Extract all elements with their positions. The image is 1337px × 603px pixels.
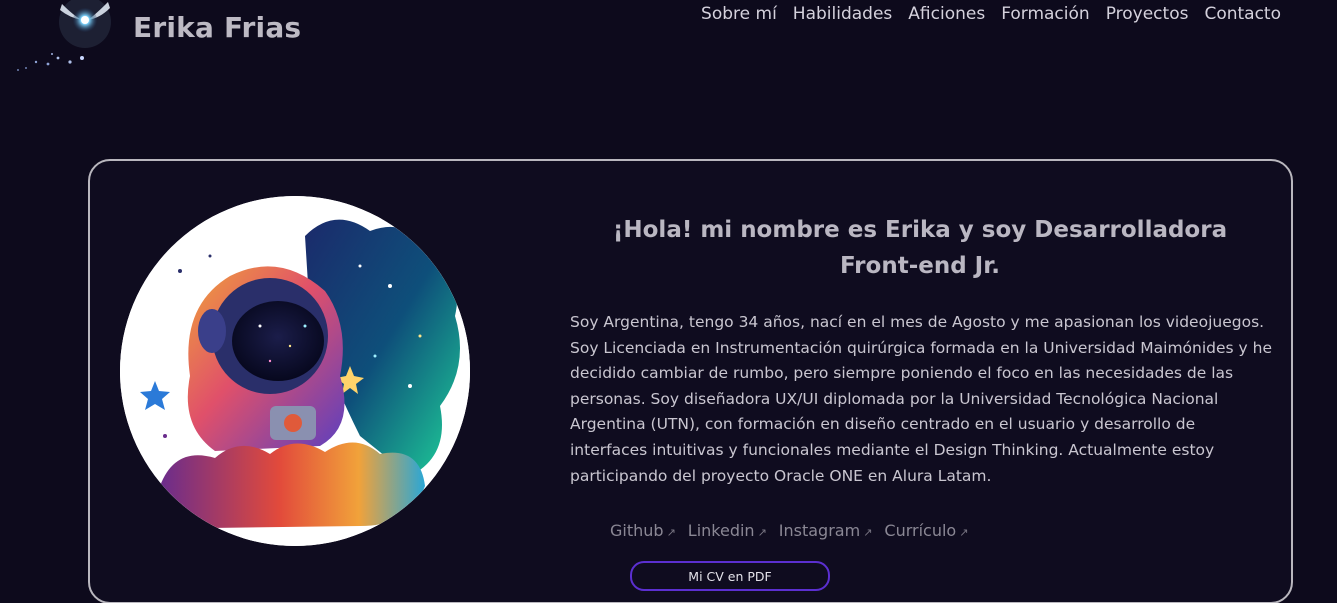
sparkle-trail-icon xyxy=(17,53,84,71)
astronaut-illustration xyxy=(120,196,470,546)
nav-item-proyectos[interactable]: Proyectos xyxy=(1106,4,1189,24)
cv-pdf-button[interactable]: Mi CV en PDF xyxy=(630,561,830,591)
curriculo-link-label: Currículo xyxy=(884,521,957,540)
external-link-icon: ↗ xyxy=(757,526,767,539)
hero-headline: ¡Hola! mi nombre es Erika y soy Desarrol… xyxy=(612,217,1228,279)
hero-bio: Soy Argentina, tengo 34 años, nací en el… xyxy=(570,313,1273,485)
nav-item-aficiones[interactable]: Aficiones xyxy=(908,4,985,24)
external-link-icon: ↗ xyxy=(666,526,676,539)
linkedin-link[interactable]: Linkedin ↗ xyxy=(688,521,767,540)
brand-name[interactable]: Erika Frias xyxy=(133,11,301,44)
main-nav: Sobre mí Habilidades Aficiones Formación… xyxy=(701,4,1281,24)
curriculo-link[interactable]: Currículo ↗ xyxy=(884,521,968,540)
instagram-link[interactable]: Instagram ↗ xyxy=(779,521,873,540)
external-link-icon: ↗ xyxy=(863,526,873,539)
github-link-label: Github xyxy=(610,521,664,540)
nav-item-contacto[interactable]: Contacto xyxy=(1204,4,1281,24)
astronaut-icon xyxy=(120,196,470,546)
site-header: Erika Frias Sobre mí Habilidades Aficion… xyxy=(0,0,1337,80)
instagram-link-label: Instagram xyxy=(778,521,861,540)
github-link[interactable]: Github ↗ xyxy=(610,521,676,540)
external-link-icon: ↗ xyxy=(959,526,969,539)
nav-item-formacion[interactable]: Formación xyxy=(1001,4,1090,24)
fairy-orb-icon[interactable] xyxy=(52,0,118,52)
social-links: Github ↗ Linkedin ↗ Instagram ↗ Currículo ↗ xyxy=(610,521,968,540)
nav-item-habilidades[interactable]: Habilidades xyxy=(793,4,892,24)
nav-item-sobre-mi[interactable]: Sobre mí xyxy=(701,4,777,24)
linkedin-link-label: Linkedin xyxy=(687,521,755,540)
